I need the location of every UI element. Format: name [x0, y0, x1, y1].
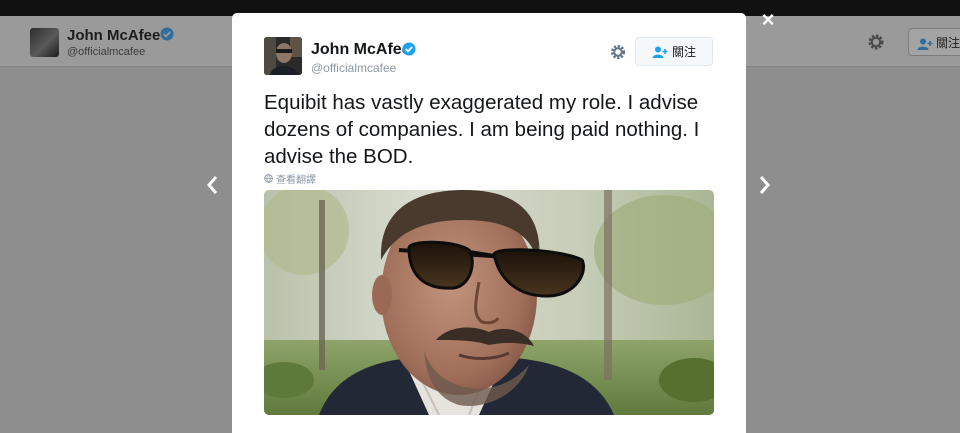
translate-link[interactable]: 查看翻譯: [264, 171, 316, 186]
tweet-photo[interactable]: [264, 190, 714, 415]
follow-label: 關注: [671, 45, 696, 59]
gear-icon[interactable]: [866, 32, 886, 52]
chevron-left-icon[interactable]: [203, 172, 223, 198]
profile-follow-button[interactable]: 關注: [908, 28, 960, 56]
follow-button[interactable]: 關注: [635, 37, 713, 66]
gear-icon[interactable]: [609, 43, 627, 61]
tweet-photo-image: [264, 190, 714, 415]
profile-follow-label: 關注: [936, 36, 960, 50]
add-user-icon: [917, 38, 933, 50]
author-avatar-image: [264, 37, 302, 75]
profile-handle: @officialmcafee: [67, 46, 146, 58]
profile-avatar[interactable]: [30, 28, 59, 57]
author-name[interactable]: John McAfee: [311, 41, 411, 59]
close-icon[interactable]: ×: [759, 9, 777, 31]
verified-badge-icon: [402, 42, 416, 56]
chevron-right-icon[interactable]: [754, 172, 774, 198]
author-avatar[interactable]: [264, 37, 302, 75]
add-user-icon: [652, 46, 668, 58]
tweet-text: Equibit has vastly exaggerated my role. …: [264, 91, 700, 168]
profile-name[interactable]: John McAfee: [67, 27, 160, 44]
verified-badge-icon: [160, 27, 174, 41]
author-handle[interactable]: @officialmcafee: [311, 61, 396, 75]
globe-icon: [264, 174, 273, 183]
translate-label: 查看翻譯: [276, 175, 316, 186]
tweet-modal: John McAfee @officialmcafee 關注 Equibit h…: [232, 13, 746, 433]
